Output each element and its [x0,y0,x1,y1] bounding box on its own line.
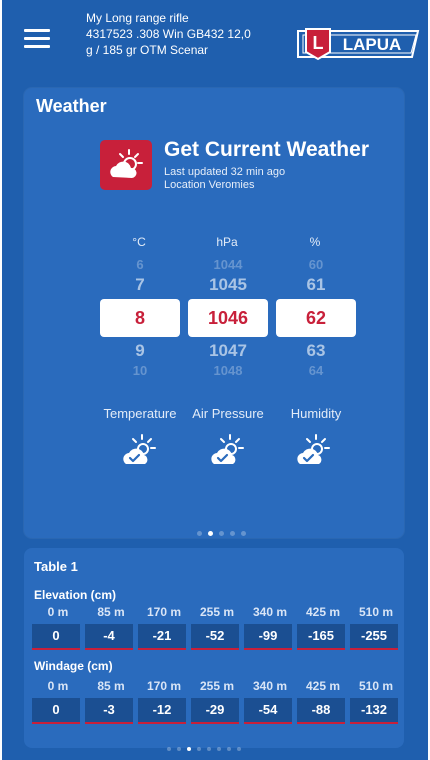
windage-value-cell: -29 [191,698,239,724]
windage-value-cell: -12 [138,698,186,724]
humidity-picker[interactable]: 60 61 62 63 64 [276,256,356,380]
location-text: Location Veromies [164,179,255,191]
humidity-selected-value[interactable]: 62 [276,299,356,337]
humidity-weather-check-icon[interactable] [294,433,334,467]
pressure-picker[interactable]: 1044 1045 1046 1047 1048 [188,256,268,380]
picker-value[interactable]: 9 [100,340,180,362]
picker-value[interactable]: 1048 [188,362,268,380]
picker-value[interactable]: 6 [100,256,180,274]
picker-value[interactable]: 61 [276,274,356,296]
table-pager-dots[interactable] [164,738,244,756]
humidity-unit: % [309,235,321,249]
pressure-unit: hPa [216,235,238,249]
picker-value[interactable]: 7 [100,274,180,296]
windage-value-cell: -132 [350,698,398,724]
logo-text: LAPUA [343,35,402,54]
distance-label: 85 m [97,679,125,693]
air-pressure-label: Air Pressure [192,406,264,421]
pager-dot[interactable] [167,747,171,751]
weather-pager-dots[interactable] [194,523,249,541]
weather-card-title: Weather [36,96,107,116]
elevation-values-row: 0 -4 -21 -52 -99 -165 -255 [30,624,402,650]
elevation-value-cell: -99 [244,624,292,650]
weather-refresh-icon[interactable] [100,140,152,190]
lapua-logo: L LAPUA [297,28,420,61]
distance-label: 340 m [252,679,288,693]
logo-letter: L [313,33,324,53]
distance-label: 85 m [97,605,125,619]
pager-dot[interactable] [217,747,221,751]
elevation-value-cell: -4 [85,624,133,650]
rifle-title-line: 4317523 .308 Win GB432 12,0 [86,27,251,41]
picker-value[interactable]: 60 [276,256,356,274]
table-card[interactable]: Table 1 Elevation (cm) 0 m 85 m 170 m 255 m… [24,548,404,751]
windage-value-cell: 0 [32,698,80,724]
app-screen: My Long range rifle 4317523 .308 Win GB4… [2,0,428,760]
distance-label: 0 m [47,605,69,619]
picker-value[interactable]: 63 [276,340,356,362]
rifle-title[interactable]: My Long range rifle 4317523 .308 Win GB4… [86,10,276,58]
pager-dot[interactable] [227,747,231,751]
table-title: Table 1 [34,559,78,574]
pager-dot[interactable] [207,747,211,751]
app-header: My Long range rifle 4317523 .308 Win GB4… [2,0,428,80]
pressure-weather-check-icon[interactable] [208,433,248,467]
distance-label: 170 m [146,605,182,619]
distance-label: 170 m [146,679,182,693]
weather-status: Last updated 32 min ago Location Veromie… [164,166,285,192]
get-current-weather-button[interactable]: Get Current Weather [164,138,369,162]
temperature-selected-value[interactable]: 8 [100,299,180,337]
pager-dot[interactable] [197,747,201,751]
temperature-unit: °C [132,235,146,249]
temperature-label: Temperature [103,406,177,421]
elevation-value-cell: 0 [32,624,80,650]
hamburger-menu-icon[interactable] [24,26,52,50]
elevation-title: Elevation (cm) [34,588,117,602]
temperature-picker[interactable]: 6 7 8 9 10 [100,256,180,380]
elevation-value-cell: -165 [297,624,345,650]
pager-dot[interactable] [241,531,246,536]
distance-label: 425 m [305,679,341,693]
weather-card[interactable]: Weather Get Current Weather Last updated… [24,88,404,538]
distance-label: 340 m [252,605,288,619]
pager-dot[interactable] [219,531,224,536]
picker-value[interactable]: 10 [100,362,180,380]
windage-value-cell: -54 [244,698,292,724]
pager-dot[interactable] [197,531,202,536]
temperature-weather-check-icon[interactable] [120,433,160,467]
rifle-title-line: My Long range rifle [86,11,189,25]
windage-value-cell: -88 [297,698,345,724]
pager-dot[interactable] [237,747,241,751]
distance-label: 0 m [47,679,69,693]
pager-dot[interactable] [230,531,235,536]
picker-value[interactable]: 1047 [188,340,268,362]
distance-label: 255 m [199,679,235,693]
elevation-distance-row: 0 m 85 m 170 m 255 m 340 m 425 m 510 m [30,605,402,621]
pager-dot[interactable] [187,747,191,751]
distance-label: 510 m [358,605,394,619]
picker-value[interactable]: 64 [276,362,356,380]
elevation-value-cell: -255 [350,624,398,650]
humidity-label: Humidity [290,406,342,421]
elevation-value-cell: -21 [138,624,186,650]
pager-dot[interactable] [208,531,213,536]
picker-value[interactable]: 1044 [188,256,268,274]
windage-title: Windage (cm) [34,659,113,673]
elevation-value-cell: -52 [191,624,239,650]
rifle-title-line: g / 185 gr OTM Scenar [86,43,209,57]
windage-value-cell: -3 [85,698,133,724]
windage-distance-row: 0 m 85 m 170 m 255 m 340 m 425 m 510 m [30,679,402,695]
distance-label: 425 m [305,605,341,619]
distance-label: 510 m [358,679,394,693]
windage-values-row: 0 -3 -12 -29 -54 -88 -132 [30,698,402,724]
distance-label: 255 m [199,605,235,619]
picker-value[interactable]: 1045 [188,274,268,296]
pager-dot[interactable] [177,747,181,751]
last-updated-text: Last updated 32 min ago [164,166,286,178]
pressure-selected-value[interactable]: 1046 [188,299,268,337]
